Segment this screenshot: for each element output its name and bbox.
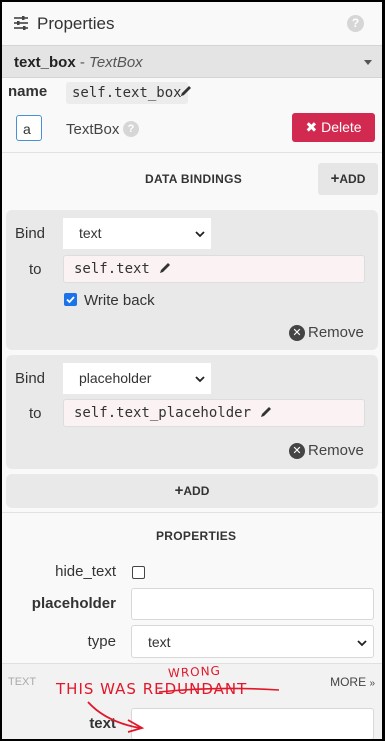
type-prop-label: type [87, 633, 116, 650]
remove-binding-label[interactable]: Remove [308, 324, 364, 341]
write-back-checkbox[interactable] [64, 293, 77, 306]
binding-expression-value: self.text [74, 261, 150, 277]
type-label: TextBox [66, 121, 120, 138]
remove-icon[interactable]: ✕ [289, 325, 305, 341]
component-label: text_box - TextBox [14, 54, 143, 71]
to-label: to [29, 261, 42, 278]
name-label: name [8, 83, 48, 100]
type-select-value: text [148, 634, 171, 650]
pencil-icon[interactable] [259, 405, 273, 419]
pencil-icon[interactable] [158, 261, 172, 275]
chevrons-down-icon: » [369, 678, 375, 689]
component-name: text_box [14, 54, 76, 71]
annotation-correction: WRONG [167, 663, 222, 681]
caret-down-icon[interactable] [364, 60, 372, 65]
component-selector[interactable]: text_box - TextBox [2, 45, 382, 78]
binding-expression-value: self.text_placeholder [74, 405, 252, 421]
bind-property-select[interactable]: text [63, 218, 211, 249]
add-binding-button[interactable]: +ADD [318, 163, 378, 195]
check-icon [66, 296, 75, 304]
more-toggle[interactable]: MORE » [330, 675, 375, 689]
hide-text-label: hide_text [55, 563, 116, 580]
add-binding-bottom-button[interactable]: +ADD [6, 474, 378, 508]
binding-expression[interactable]: self.text [63, 255, 365, 283]
binding-expression[interactable]: self.text_placeholder [63, 399, 365, 427]
bind-label: Bind [15, 370, 46, 387]
binding-card: Bind placeholder to self.text_placeholde… [6, 355, 378, 469]
pencil-icon[interactable] [179, 84, 193, 98]
chevron-down-icon [357, 640, 367, 647]
panel-title: Properties [37, 14, 115, 33]
properties-panel: Properties ? text_box - TextBox name sel… [2, 2, 382, 739]
to-label: to [29, 405, 42, 422]
component-separator: - [75, 54, 90, 71]
annotation-arrow [87, 701, 145, 733]
add-binding-label: ADD [339, 172, 366, 186]
divider [2, 152, 382, 153]
placeholder-input[interactable] [131, 588, 374, 620]
chevron-down-icon [195, 231, 205, 238]
text-field-input[interactable] [131, 708, 374, 739]
sliders-icon [14, 16, 28, 30]
delete-label: Delete [321, 119, 362, 135]
properties-title: PROPERTIES [156, 529, 237, 543]
bind-property-value: text [79, 225, 102, 241]
close-icon: ✖ [305, 119, 322, 135]
text-section-title: TEXT [8, 676, 37, 688]
type-help-icon[interactable]: ? [123, 121, 139, 137]
bind-property-select[interactable]: placeholder [63, 363, 211, 394]
delete-button[interactable]: ✖ Delete [292, 113, 375, 142]
remove-binding-label[interactable]: Remove [308, 442, 364, 459]
more-label: MORE [330, 675, 367, 689]
component-type: TextBox [89, 54, 143, 71]
chevron-down-icon [195, 376, 205, 383]
divider [2, 512, 382, 513]
hide-text-checkbox[interactable] [132, 566, 145, 579]
placeholder-label: placeholder [31, 595, 116, 612]
write-back-label: Write back [84, 292, 155, 309]
bind-property-value: placeholder [79, 370, 152, 386]
help-icon[interactable]: ? [347, 15, 364, 32]
binding-card: Bind text to self.text Write back ✕ Remo… [6, 210, 378, 350]
textbox-preview[interactable]: a [16, 115, 42, 141]
remove-icon[interactable]: ✕ [289, 443, 305, 459]
strikethrough-mark [158, 687, 280, 693]
data-bindings-title: DATA BINDINGS [145, 172, 243, 186]
type-select[interactable]: text [131, 625, 374, 658]
name-value[interactable]: self.text_box [66, 82, 188, 104]
add-binding-bottom-label: ADD [183, 484, 210, 498]
bind-label: Bind [15, 225, 46, 242]
